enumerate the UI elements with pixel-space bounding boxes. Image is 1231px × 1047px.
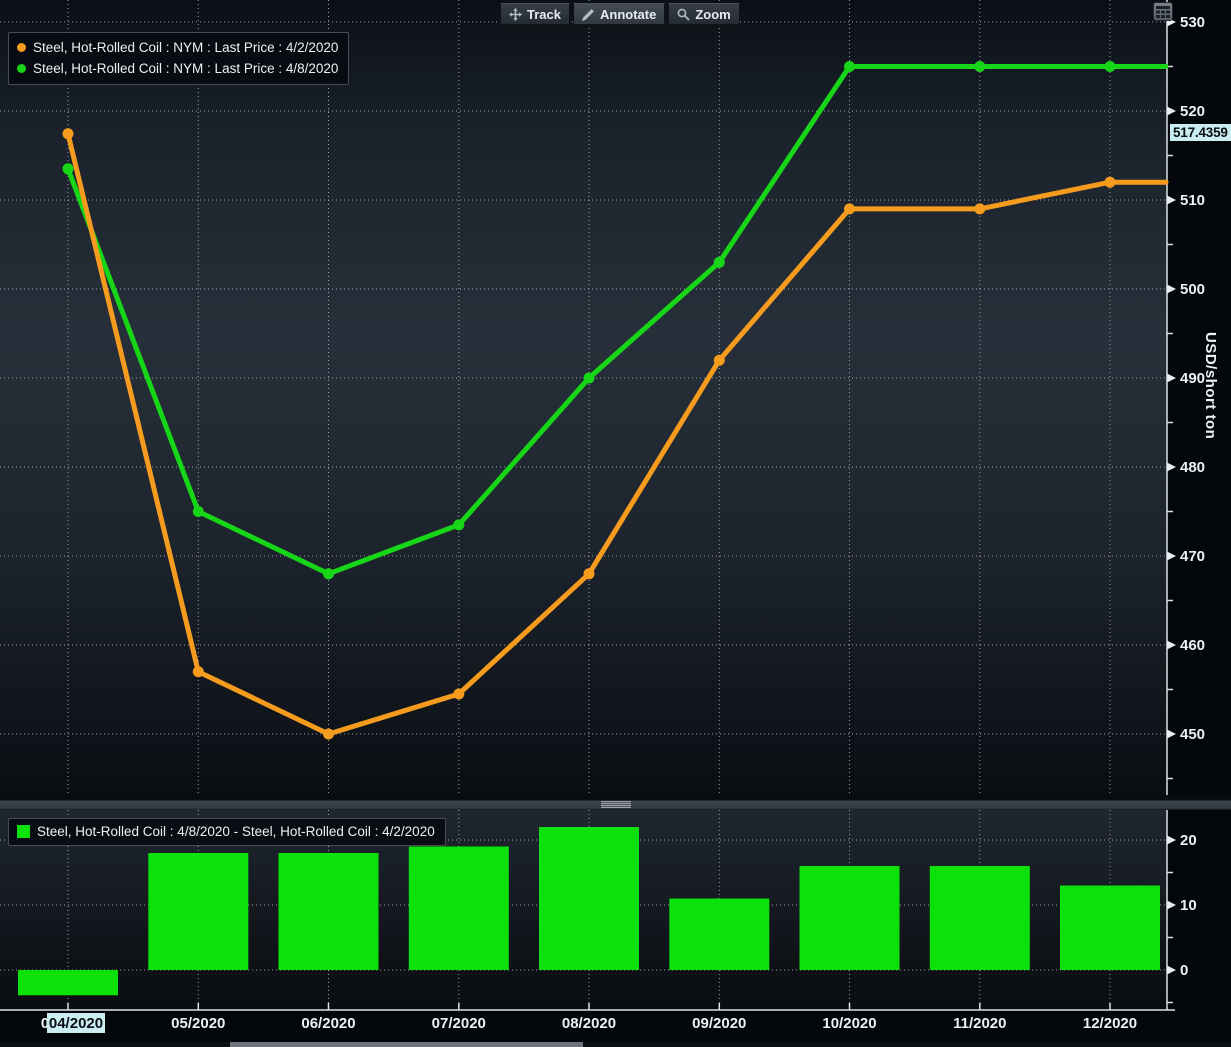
svg-text:08/2020: 08/2020 — [562, 1015, 616, 1032]
zoom-button-label: Zoom — [695, 7, 730, 22]
legend-item-orange: Steel, Hot-Rolled Coil : NYM : Last Pric… — [17, 37, 338, 58]
annotate-button[interactable]: Annotate — [573, 3, 665, 25]
svg-text:05/2020: 05/2020 — [171, 1015, 225, 1032]
spread-legend-label: Steel, Hot-Rolled Coil : 4/8/2020 - Stee… — [37, 824, 435, 839]
annotate-button-label: Annotate — [600, 7, 656, 22]
svg-text:20: 20 — [1180, 832, 1197, 849]
svg-text:06/2020: 06/2020 — [301, 1015, 355, 1032]
chart-window: 450460470480490500510520530 0102004/2020… — [0, 0, 1231, 1047]
svg-text:12/2020: 12/2020 — [1083, 1015, 1137, 1032]
y-axis-title: USD/short ton — [1202, 332, 1219, 439]
magnifier-icon — [677, 8, 690, 21]
svg-text:04/2020: 04/2020 — [49, 1015, 103, 1032]
chart-settings-button[interactable] — [1153, 2, 1173, 21]
series-dot-green — [17, 64, 26, 73]
svg-text:09/2020: 09/2020 — [692, 1015, 746, 1032]
svg-text:460: 460 — [1180, 637, 1205, 654]
panel-splitter[interactable] — [0, 795, 1231, 810]
svg-text:470: 470 — [1180, 548, 1205, 565]
spread-swatch — [17, 825, 30, 838]
series-dot-orange — [17, 43, 26, 52]
legend-label-green: Steel, Hot-Rolled Coil : NYM : Last Pric… — [33, 58, 338, 79]
zoom-button[interactable]: Zoom — [668, 3, 739, 25]
svg-text:500: 500 — [1180, 281, 1205, 298]
scrollbar-track[interactable] — [0, 1042, 1231, 1047]
scrollbar-thumb[interactable] — [230, 1042, 583, 1047]
track-button-label: Track — [527, 7, 561, 22]
splitter-grip[interactable] — [601, 801, 631, 808]
move-icon — [509, 8, 522, 21]
track-button[interactable]: Track — [500, 3, 570, 25]
tracked-value-label: 517.4359 — [1170, 124, 1231, 141]
legend-label-orange: Steel, Hot-Rolled Coil : NYM : Last Pric… — [33, 37, 338, 58]
svg-text:450: 450 — [1180, 726, 1205, 743]
svg-text:10: 10 — [1180, 897, 1197, 914]
pencil-icon — [582, 8, 595, 21]
svg-text:10/2020: 10/2020 — [822, 1015, 876, 1032]
main-y-axis: 450460470480490500510520530 — [1167, 0, 1205, 795]
svg-text:510: 510 — [1180, 192, 1205, 209]
svg-text:07/2020: 07/2020 — [432, 1015, 486, 1032]
legend-item-green: Steel, Hot-Rolled Coil : NYM : Last Pric… — [17, 58, 338, 79]
spread-legend[interactable]: Steel, Hot-Rolled Coil : 4/8/2020 - Stee… — [8, 818, 446, 846]
svg-text:0: 0 — [1180, 962, 1188, 979]
main-legend[interactable]: Steel, Hot-Rolled Coil : NYM : Last Pric… — [8, 32, 349, 85]
main-plot-background — [0, 0, 1167, 795]
svg-text:11/2020: 11/2020 — [953, 1015, 1006, 1032]
grid-icon — [1156, 6, 1170, 18]
bottom-y-axis: 0 10 20 — [1167, 810, 1197, 1010]
chart-toolbar: Track Annotate Zoom — [500, 3, 740, 25]
svg-text:480: 480 — [1180, 459, 1205, 476]
svg-text:520: 520 — [1180, 103, 1205, 120]
main-plot-area[interactable]: 450460470480490500510520530 — [0, 0, 1231, 795]
svg-text:530: 530 — [1180, 14, 1205, 31]
